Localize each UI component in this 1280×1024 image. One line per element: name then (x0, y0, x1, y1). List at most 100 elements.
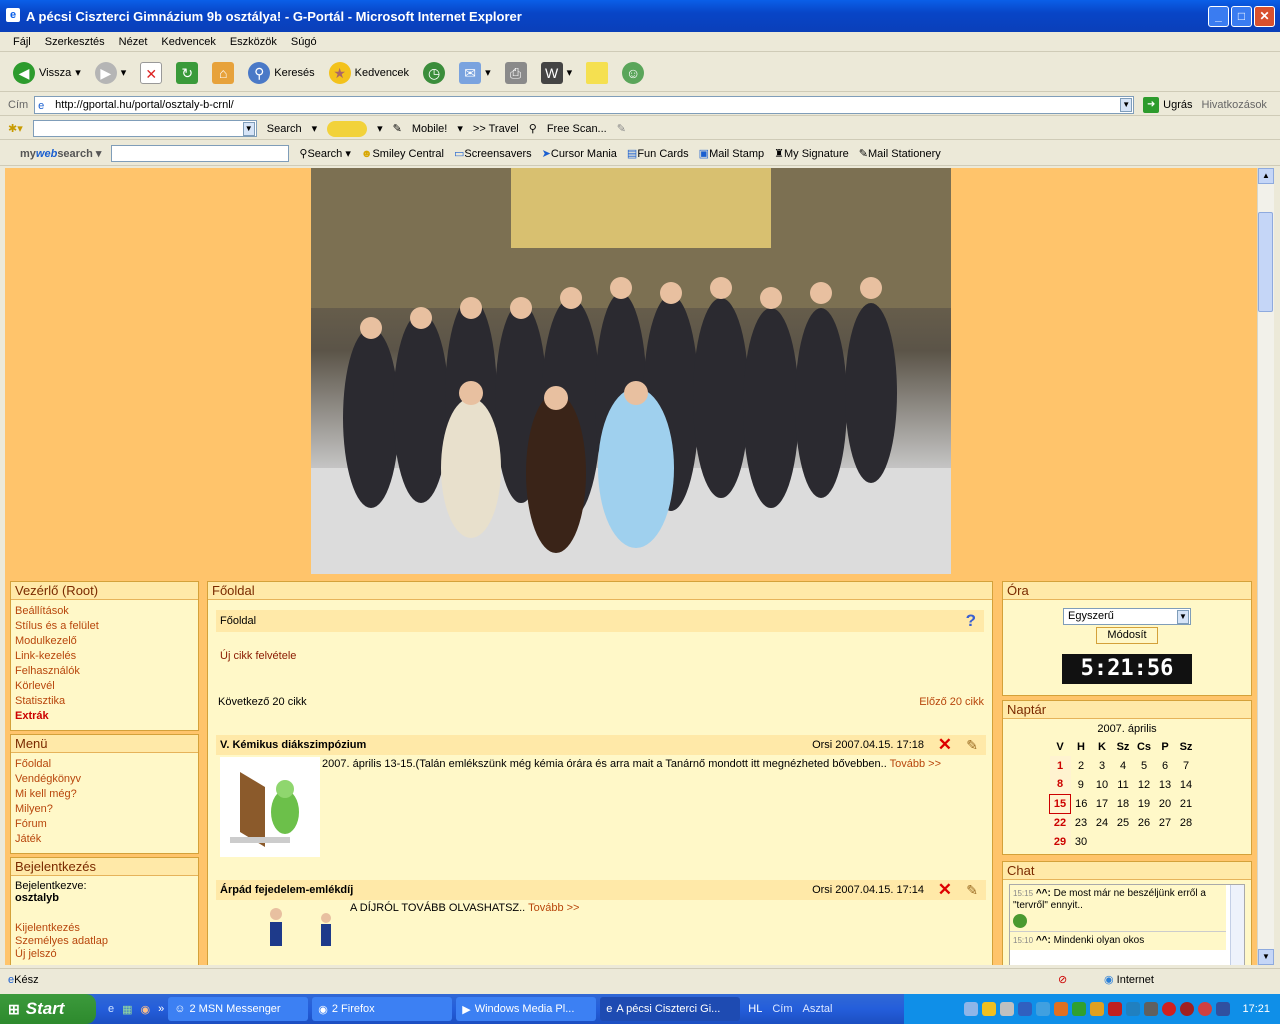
edit-button[interactable]: W ▾ (538, 59, 576, 87)
cal-day[interactable]: 22 (1049, 813, 1071, 832)
minimize-button[interactable]: _ (1208, 6, 1229, 27)
task-media-player[interactable]: ▶ Windows Media Pl... (456, 997, 597, 1021)
delete-icon[interactable]: ✕ (938, 735, 952, 755)
next-20-link[interactable]: Következő 20 cikk (218, 696, 307, 708)
clock-style-select[interactable]: Egyszerű ▼ (1063, 608, 1191, 625)
menu-favorites[interactable]: Kedvencek (154, 36, 222, 48)
nav-statistics[interactable]: Statisztika (11, 694, 198, 709)
fun-cards-button[interactable]: ▤Fun Cards (627, 147, 689, 160)
nav-how[interactable]: Milyen? (11, 802, 198, 817)
tray-app-icon[interactable] (1144, 1002, 1159, 1016)
mobile-button[interactable]: Mobile! (412, 123, 447, 135)
cal-day[interactable]: 30 (1071, 832, 1092, 851)
clock-modify-button[interactable]: Módosít (1096, 627, 1158, 644)
clock[interactable]: 17:21 (1242, 1003, 1270, 1015)
delete-icon[interactable]: ✕ (938, 880, 952, 900)
new-password-link[interactable]: Új jelszó (11, 948, 198, 961)
nav-what-else[interactable]: Mi kell még? (11, 787, 198, 802)
new-article-link[interactable]: Új cikk felvétele (220, 650, 992, 662)
tray-app-icon[interactable] (1000, 1002, 1015, 1016)
tray-app-icon[interactable] (1108, 1002, 1123, 1016)
nav-guestbook[interactable]: Vendégkönyv (11, 772, 198, 787)
cal-day-today[interactable]: 15 (1049, 793, 1071, 814)
scroll-down-icon[interactable]: ▼ (1258, 949, 1274, 965)
cursor-mania-button[interactable]: ➤Cursor Mania (542, 147, 617, 160)
task-firefox[interactable]: ◉ 2 Firefox (312, 997, 453, 1021)
cal-day[interactable]: 25 (1113, 813, 1134, 832)
nav-newsletter[interactable]: Körlevél (11, 679, 198, 694)
edit-pencil-icon[interactable]: ✎ (966, 880, 978, 900)
desktop-toolbar-label[interactable]: Asztal (803, 1003, 833, 1015)
address-input[interactable]: e http://gportal.hu/portal/osztaly-b-crnl… (34, 95, 1135, 114)
maximize-button[interactable]: □ (1231, 6, 1252, 27)
scroll-thumb[interactable] (1258, 212, 1273, 312)
menu-help[interactable]: Súgó (284, 36, 324, 48)
firefox-quicklaunch-icon[interactable]: ◉ (141, 1003, 151, 1016)
task-ie[interactable]: eA pécsi Ciszterci Gi... (600, 997, 741, 1021)
stop-button[interactable]: ✕ (137, 59, 165, 87)
tray-app-icon[interactable] (1162, 1002, 1177, 1016)
search-button[interactable]: ⚲ Keresés (245, 59, 317, 87)
nav-links[interactable]: Link-kezelés (11, 649, 198, 664)
cal-day[interactable]: 19 (1134, 794, 1155, 813)
toolbar-search-button[interactable]: Search (267, 123, 302, 135)
travel-button[interactable]: >> Travel (473, 123, 519, 135)
mail-stamp-button[interactable]: ▣Mail Stamp (699, 147, 764, 160)
cal-day[interactable]: 4 (1113, 756, 1134, 775)
screensavers-button[interactable]: ▭Screensavers (454, 147, 532, 160)
menu-file[interactable]: Fájl (6, 36, 38, 48)
nav-style[interactable]: Stílus és a felület (11, 619, 198, 634)
language-indicator[interactable]: HL (748, 1003, 762, 1015)
discuss-button[interactable] (583, 59, 611, 87)
article-title[interactable]: V. Kémikus diákszimpózium (220, 739, 366, 751)
excel-quicklaunch-icon[interactable]: ▦ (122, 1003, 132, 1016)
chevron-down-icon[interactable]: ▼ (242, 122, 255, 136)
nav-extras[interactable]: Extrák (11, 709, 198, 724)
history-button[interactable]: ◷ (420, 59, 448, 87)
tray-app-icon[interactable] (1036, 1002, 1051, 1016)
chevron-down-icon[interactable]: ▼ (1120, 97, 1133, 112)
tray-app-icon[interactable] (1198, 1002, 1213, 1016)
messenger-button[interactable]: ☺ (619, 59, 647, 87)
cal-day[interactable]: 5 (1134, 756, 1155, 775)
cal-day[interactable]: 2 (1071, 756, 1092, 775)
cal-day[interactable]: 9 (1071, 775, 1092, 794)
cal-day[interactable]: 6 (1155, 756, 1176, 775)
cal-day[interactable]: 11 (1113, 775, 1134, 794)
cal-day[interactable]: 12 (1134, 775, 1155, 794)
smiley-icon[interactable] (327, 120, 368, 137)
volume-icon[interactable] (1216, 1002, 1231, 1016)
help-icon[interactable]: ? (966, 610, 976, 632)
article-title[interactable]: Árpád fejedelem-emlékdíj (220, 884, 353, 896)
cal-day[interactable]: 10 (1092, 775, 1113, 794)
tray-app-icon[interactable] (1054, 1002, 1069, 1016)
tray-app-icon[interactable] (1180, 1002, 1195, 1016)
start-button[interactable]: ⊞ Start (0, 994, 96, 1024)
nav-game[interactable]: Játék (11, 832, 198, 847)
nav-modules[interactable]: Modulkezelő (11, 634, 198, 649)
cal-day[interactable]: 29 (1049, 832, 1071, 851)
read-more-link[interactable]: Tovább >> (528, 902, 579, 914)
nav-forum[interactable]: Fórum (11, 817, 198, 832)
home-button[interactable]: ⌂ (209, 59, 237, 87)
nav-home[interactable]: Főoldal (11, 757, 198, 772)
menu-edit[interactable]: Szerkesztés (38, 36, 112, 48)
tray-app-icon[interactable] (1018, 1002, 1033, 1016)
print-button[interactable]: ⎙ (502, 59, 530, 87)
free-scan-button[interactable]: Free Scan... (547, 123, 607, 135)
cal-day[interactable]: 16 (1071, 794, 1092, 813)
cal-day[interactable]: 26 (1134, 813, 1155, 832)
cal-day[interactable]: 1 (1049, 756, 1071, 775)
cal-day[interactable]: 28 (1176, 813, 1197, 832)
links-label[interactable]: Hivatkozások (1202, 99, 1267, 111)
shield-icon[interactable] (982, 1002, 997, 1016)
cal-day[interactable]: 8 (1049, 775, 1071, 794)
network-icon[interactable] (964, 1002, 979, 1016)
logout-link[interactable]: Kijelentkezés (11, 922, 198, 935)
cal-day[interactable]: 7 (1176, 756, 1197, 775)
chat-messages[interactable]: 15:15 ^^: De most már ne beszéljünk errő… (1009, 884, 1245, 965)
profile-link[interactable]: Személyes adatlap (11, 935, 198, 948)
refresh-button[interactable]: ↻ (173, 59, 201, 87)
mail-button[interactable]: ✉ ▾ (456, 59, 494, 87)
tray-app-icon[interactable] (1090, 1002, 1105, 1016)
